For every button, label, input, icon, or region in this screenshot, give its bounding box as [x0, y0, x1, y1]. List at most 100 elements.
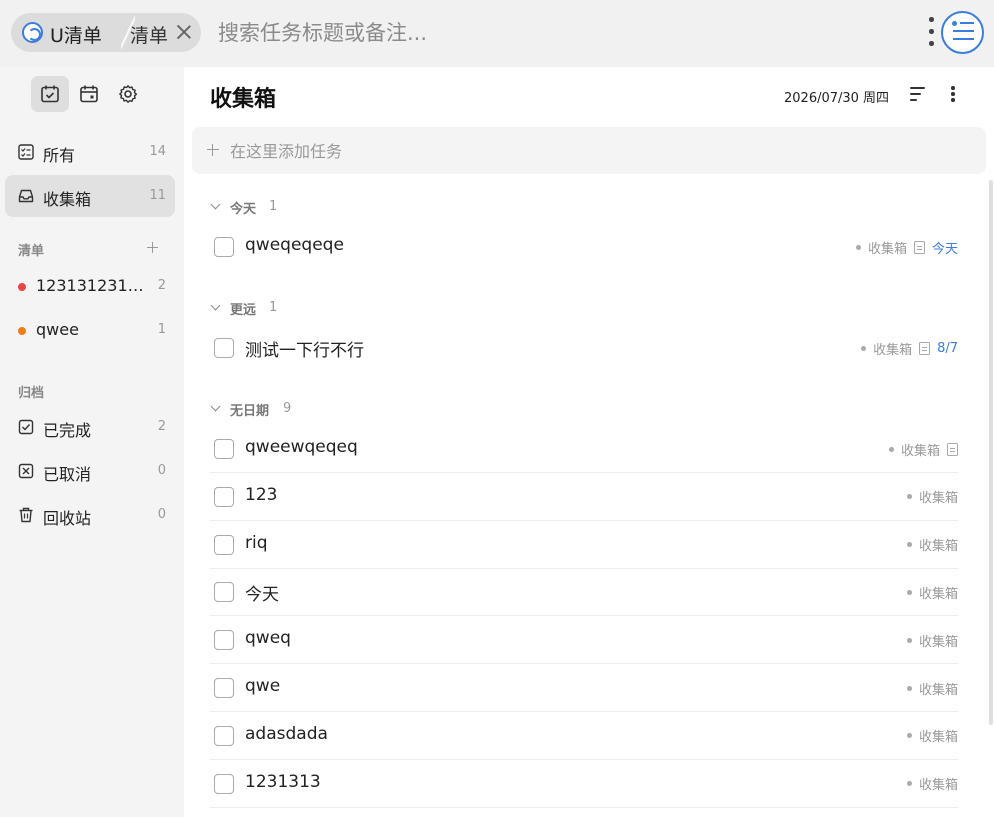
gear-icon[interactable] — [109, 76, 147, 112]
more-vertical-icon[interactable] — [948, 84, 958, 104]
date-label: 2026/07/30 周四 — [784, 91, 890, 106]
task-list-name: 收集箱 — [918, 730, 958, 746]
task-row[interactable]: qweewqeqeq 收集箱 — [210, 425, 958, 473]
list-color-dot — [855, 244, 861, 250]
checklist-icon — [18, 144, 34, 160]
task-list-name: 收集箱 — [918, 491, 958, 507]
sidebar-item-list[interactable]: qwee 1 — [5, 309, 175, 351]
sidebar-item-inbox[interactable]: 收集箱 11 — [5, 175, 175, 217]
task-row[interactable]: riq 收集箱 — [210, 521, 958, 569]
main-panel: 收集箱 2026/07/30 周四 今天1qweqeqeqe收集箱今天更远1测试… — [184, 67, 994, 817]
task-row[interactable]: qwe 收集箱 — [210, 664, 958, 712]
task-meta: 收集箱 — [906, 727, 958, 746]
check-square-icon — [18, 419, 34, 435]
task-meta: 收集箱 — [906, 488, 958, 507]
sidebar-item-label: 收集箱 — [43, 190, 92, 209]
app-tab[interactable]: U清单 — [11, 13, 126, 52]
app-tab-label: U清单 — [50, 25, 102, 47]
task-title: qweq — [245, 628, 291, 649]
group-count: 9 — [283, 401, 292, 416]
lists-section-title: 清单 — [18, 244, 45, 259]
task-checkbox[interactable] — [214, 534, 234, 555]
task-row[interactable]: adasdada 收集箱 — [210, 712, 958, 760]
sidebar-item-label: qwee — [36, 320, 79, 339]
chevron-down-icon — [210, 401, 221, 412]
task-row[interactable]: 1231313 收集箱 — [210, 760, 958, 808]
sidebar-item-trash[interactable]: 回收站 0 — [5, 494, 175, 536]
tab-list[interactable]: 清单 — [130, 21, 168, 48]
list-color-dot — [861, 345, 867, 351]
sidebar-item-count: 14 — [149, 144, 166, 159]
task-title: qweqeqeqe — [245, 235, 344, 255]
list-color-dot — [906, 589, 912, 595]
task-row[interactable]: 测试一下行不行 收集箱 8/7 — [210, 324, 958, 372]
sidebar-item-label: 回收站 — [43, 509, 92, 528]
task-checkbox[interactable] — [214, 338, 234, 358]
more-vertical-icon[interactable] — [925, 17, 937, 47]
sidebar-item-label: 1231312314... — [36, 276, 149, 295]
list-color-dot — [906, 494, 912, 500]
scrollbar[interactable] — [989, 180, 993, 725]
avatar[interactable] — [941, 11, 984, 54]
task-checkbox[interactable] — [214, 725, 234, 746]
sidebar-item-count: 2 — [157, 419, 166, 434]
calendar-check-icon[interactable] — [31, 76, 69, 112]
task-list-name: 收集箱 — [918, 539, 958, 555]
task-meta: 收集箱 — [906, 631, 958, 650]
list-color-dot — [906, 637, 912, 643]
task-meta: 收集箱 — [906, 775, 958, 793]
chevron-down-icon — [210, 199, 221, 210]
task-list-name: 收集箱 — [873, 342, 913, 358]
task-list-name: 收集箱 — [867, 241, 907, 257]
list-color-dot — [18, 283, 26, 291]
task-list-name: 收集箱 — [900, 443, 940, 459]
app-logo-icon — [22, 22, 43, 43]
list-color-dot — [906, 781, 912, 787]
task-checkbox[interactable] — [214, 773, 234, 794]
sidebar-item-list[interactable]: 1231312314... 2 — [5, 265, 175, 307]
group-label: 无日期 — [230, 404, 270, 419]
calendar-icon[interactable] — [70, 76, 108, 112]
task-checkbox[interactable] — [214, 486, 234, 507]
task-meta: 收集箱 — [888, 440, 958, 459]
task-row[interactable]: qweqeqeqe 收集箱 今天 — [210, 223, 958, 271]
add-task-input[interactable] — [230, 139, 930, 163]
note-icon — [919, 341, 931, 355]
sidebar-item-count: 11 — [149, 188, 166, 203]
sort-icon[interactable] — [908, 84, 928, 104]
sidebar-item-count: 2 — [157, 278, 166, 293]
task-title: riq — [245, 532, 268, 553]
sidebar-item-completed[interactable]: 已完成 2 — [5, 406, 175, 448]
task-due-date: 今天 — [931, 241, 958, 257]
task-checkbox[interactable] — [214, 630, 234, 651]
sidebar-item-label: 已取消 — [43, 465, 92, 484]
close-icon[interactable] — [174, 22, 194, 42]
task-checkbox[interactable] — [214, 678, 234, 698]
task-row[interactable]: 123 收集箱 — [210, 473, 958, 521]
task-row[interactable]: 今天 收集箱 — [210, 568, 958, 617]
search-input[interactable] — [218, 16, 818, 50]
task-title: 123 — [245, 484, 278, 505]
list-color-dot — [906, 733, 912, 739]
task-due-date: 8/7 — [937, 340, 958, 356]
task-title: 今天 — [245, 585, 279, 606]
add-list-icon[interactable] — [146, 241, 160, 255]
inbox-icon — [18, 189, 34, 203]
plus-icon — [206, 143, 220, 157]
task-list-name: 收集箱 — [918, 586, 958, 602]
list-color-dot — [906, 542, 912, 548]
add-task-bar[interactable] — [192, 127, 986, 174]
tab-strip: U清单 清单 — [11, 13, 201, 52]
list-color-dot — [906, 685, 912, 691]
archive-section-title: 归档 — [18, 386, 45, 401]
chevron-down-icon — [210, 300, 221, 311]
sidebar-item-all[interactable]: 所有 14 — [5, 131, 175, 173]
task-checkbox[interactable] — [214, 237, 234, 257]
task-row[interactable]: qweq 收集箱 — [210, 616, 958, 665]
group-label: 今天 — [230, 202, 257, 217]
group-count: 1 — [269, 300, 278, 315]
sidebar-item-cancelled[interactable]: 已取消 0 — [5, 450, 175, 492]
task-checkbox[interactable] — [214, 439, 234, 459]
task-list-name: 收集箱 — [918, 682, 958, 698]
task-checkbox[interactable] — [214, 582, 234, 603]
